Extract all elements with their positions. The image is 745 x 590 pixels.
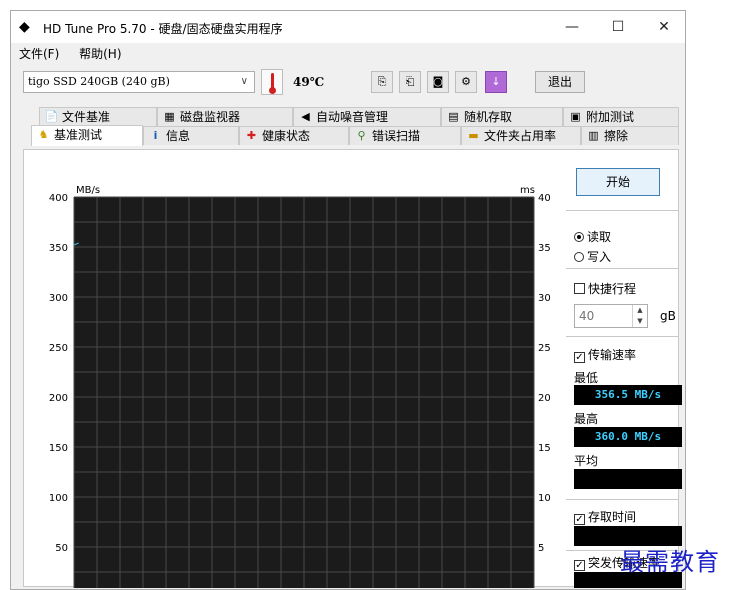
transfer-rate-checkbox[interactable]: ✓ 传输速率: [574, 346, 636, 363]
maximize-button[interactable]: ☐: [595, 11, 641, 43]
disk-monitor-icon: ▦: [164, 110, 175, 123]
tab-error-scan[interactable]: ⚲ 错误扫描: [349, 126, 461, 145]
divider: [566, 499, 678, 500]
info-icon: i: [153, 129, 158, 142]
stroke-size-stepper[interactable]: 40 ▲ ▼: [574, 304, 648, 328]
extra-tests-icon: ▣: [570, 110, 581, 123]
benchmark-options: 开始 读取 写入 快捷行程 40 ▲ ▼ gB ✓ 传输速率 最低 356.5 MB: [562, 150, 682, 588]
divider: [566, 268, 678, 269]
read-radio[interactable]: 读取: [574, 228, 611, 245]
benchmark-icon: ♞: [38, 128, 49, 141]
tab-disk-monitor[interactable]: ▦ 磁盘监视器: [157, 107, 293, 126]
tab-strip: 📄 文件基准 ▦ 磁盘监视器 ◀ 自动噪音管理 ▤ 随机存取 ▣ 附加测试 ♞ …: [23, 107, 679, 149]
watermark: 最需教育: [620, 548, 720, 576]
right-axis-tick-label: 30: [538, 293, 551, 304]
left-axis-tick-label: 100: [49, 493, 68, 504]
min-value: 356.5 MB/s: [574, 385, 682, 405]
menu-help[interactable]: 帮助(H): [71, 43, 129, 62]
stroke-unit: gB: [660, 309, 676, 323]
divider: [566, 210, 678, 211]
tab-random-access[interactable]: ▤ 随机存取: [441, 107, 563, 126]
magnifier-icon: ⚲: [357, 129, 366, 142]
drive-select-value: tigo SSD 240GB (240 gB): [28, 75, 170, 88]
tab-info[interactable]: i 信息: [143, 126, 239, 145]
left-axis-unit: MB/s: [76, 185, 100, 196]
window-title: HD Tune Pro 5.70 - 硬盘/固态硬盘实用程序: [43, 22, 283, 36]
avg-label: 平均: [574, 454, 599, 468]
right-axis-tick-label: 40: [538, 193, 551, 204]
title-bar: ◆ HD Tune Pro 5.70 - 硬盘/固态硬盘实用程序 — ☐ ✕: [11, 11, 685, 43]
left-axis-tick-label: 250: [49, 343, 68, 354]
speaker-icon: ◀: [301, 110, 310, 123]
trash-icon: ▥: [588, 129, 599, 142]
right-axis-tick-label: 25: [538, 343, 551, 354]
access-time-checkbox[interactable]: ✓ 存取时间: [574, 508, 636, 525]
right-axis-tick-label: 15: [538, 443, 551, 454]
start-button[interactable]: 开始: [576, 168, 660, 196]
hdtune-app-icon: ◆: [19, 19, 30, 35]
temperature-value: 49℃: [293, 75, 325, 89]
avg-value: [574, 469, 682, 489]
benchmark-panel: 400 350 300 250 200 150 100 50 40 35 30 25 20 15 10 5 MB…: [23, 149, 682, 588]
folder-icon: ▬: [468, 129, 479, 142]
right-axis-unit: ms: [520, 185, 535, 196]
write-radio[interactable]: 写入: [574, 248, 611, 265]
max-value: 360.0 MB/s: [574, 427, 682, 447]
left-axis-tick-label: 200: [49, 393, 68, 404]
divider: [566, 336, 678, 337]
chevron-down-icon: ∨: [240, 76, 248, 87]
drive-select[interactable]: tigo SSD 240GB (240 gB) ∨: [23, 71, 255, 93]
checkbox-checked-icon: ✓: [574, 352, 585, 363]
left-axis-tick-label: 300: [49, 293, 68, 304]
menu-bar: 文件(F) 帮助(H): [11, 43, 685, 63]
close-button[interactable]: ✕: [641, 11, 687, 43]
camera-icon[interactable]: ◙: [427, 71, 449, 93]
stepper-arrows-icon[interactable]: ▲ ▼: [632, 305, 647, 327]
tab-health[interactable]: ✚ 健康状态: [239, 126, 349, 145]
menu-file[interactable]: 文件(F): [11, 43, 67, 62]
copy-all-icon[interactable]: ⎗: [399, 71, 421, 93]
left-axis-tick-label: 150: [49, 443, 68, 454]
tab-extra-tests[interactable]: ▣ 附加测试: [563, 107, 679, 126]
background-window-left: [0, 0, 10, 590]
right-axis-tick-label: 35: [538, 243, 551, 254]
right-axis-tick-label: 5: [538, 543, 544, 554]
stroke-size-value: 40: [579, 309, 595, 323]
random-access-icon: ▤: [448, 110, 459, 123]
tab-folder-usage[interactable]: ▬ 文件夹占用率: [461, 126, 581, 145]
tab-file-benchmark[interactable]: 📄 文件基准: [39, 107, 157, 126]
checkbox-empty-icon: [574, 283, 585, 294]
health-cross-icon: ✚: [246, 129, 257, 142]
hdtune-window: ◆ HD Tune Pro 5.70 - 硬盘/固态硬盘实用程序 — ☐ ✕ 文…: [10, 10, 686, 590]
checkbox-checked-icon: ✓: [574, 560, 585, 571]
options-icon[interactable]: ⚙: [455, 71, 477, 93]
toolbar: tigo SSD 240GB (240 gB) ∨ 49℃ ⎘ ⎗ ◙ ⚙ ↓ …: [11, 65, 685, 101]
tab-noise-management[interactable]: ◀ 自动噪音管理: [293, 107, 441, 126]
thermometer-icon: [261, 69, 283, 95]
max-label: 最高: [574, 412, 599, 426]
short-stroke-checkbox[interactable]: 快捷行程: [574, 280, 636, 297]
radio-selected-icon: [574, 232, 584, 242]
checkbox-checked-icon: ✓: [574, 514, 585, 525]
minimize-button[interactable]: —: [549, 11, 595, 43]
left-axis-tick-label: 350: [49, 243, 68, 254]
right-axis-tick-label: 20: [538, 393, 551, 404]
save-down-arrow-icon[interactable]: ↓: [485, 71, 507, 93]
radio-empty-icon: [574, 252, 584, 262]
left-axis-tick-label: 400: [49, 193, 68, 204]
exit-button[interactable]: 退出: [535, 71, 585, 93]
right-axis-tick-label: 10: [538, 493, 551, 504]
copy-text-icon[interactable]: ⎘: [371, 71, 393, 93]
background-window-right: [686, 0, 745, 590]
tab-benchmark[interactable]: ♞ 基准测试: [31, 125, 143, 146]
min-label: 最低: [574, 371, 599, 385]
file-benchmark-icon: 📄: [44, 110, 59, 123]
left-axis-tick-label: 50: [55, 543, 68, 554]
tab-erase[interactable]: ▥ 擦除: [581, 126, 679, 145]
benchmark-chart: 400 350 300 250 200 150 100 50 40 35 30 25 20 15 10 5 MB…: [49, 185, 551, 588]
